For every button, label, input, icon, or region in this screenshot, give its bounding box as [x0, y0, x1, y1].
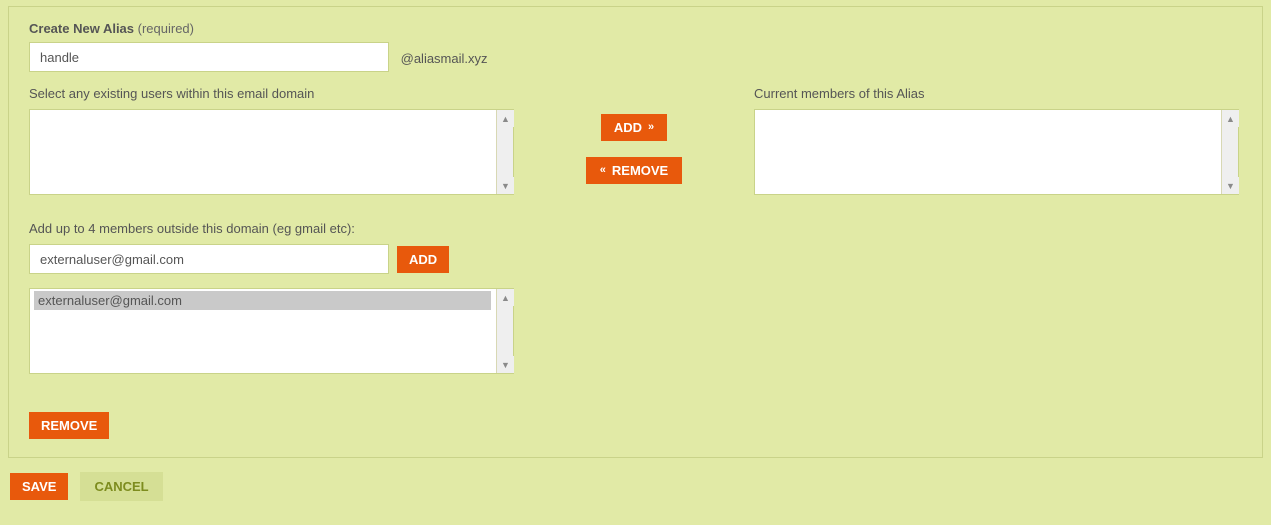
chevron-right-icon: »: [648, 122, 654, 133]
scroll-down-icon[interactable]: ▼: [1222, 177, 1239, 194]
cancel-button[interactable]: CANCEL: [80, 472, 162, 501]
section-required: (required): [138, 21, 194, 36]
section-title: Create New Alias: [29, 21, 134, 36]
external-members-label: Add up to 4 members outside this domain …: [29, 221, 1242, 236]
add-external-button[interactable]: ADD: [397, 246, 449, 273]
external-email-input[interactable]: [29, 244, 389, 274]
add-member-button[interactable]: ADD »: [601, 114, 667, 141]
current-members-label: Current members of this Alias: [754, 86, 1239, 101]
scroll-up-icon[interactable]: ▲: [497, 110, 514, 127]
add-button-label: ADD: [614, 121, 642, 134]
alias-domain-suffix: @aliasmail.xyz: [401, 51, 488, 66]
alias-handle-input[interactable]: [29, 42, 389, 72]
scroll-up-icon[interactable]: ▲: [1222, 110, 1239, 127]
external-members-list[interactable]: externaluser@gmail.com ▲ ▼: [29, 288, 514, 374]
scroll-up-icon[interactable]: ▲: [497, 289, 514, 306]
scrollbar[interactable]: ▲ ▼: [496, 289, 513, 373]
existing-users-list[interactable]: ▲ ▼: [29, 109, 514, 195]
scroll-down-icon[interactable]: ▼: [497, 356, 514, 373]
chevron-left-icon: «: [600, 165, 606, 176]
existing-users-column: Select any existing users within this em…: [29, 86, 514, 195]
transfer-buttons: ADD » « REMOVE: [524, 86, 744, 184]
remove-external-button[interactable]: REMOVE: [29, 412, 109, 439]
scrollbar[interactable]: ▲ ▼: [496, 110, 513, 194]
scrollbar[interactable]: ▲ ▼: [1221, 110, 1238, 194]
current-members-column: Current members of this Alias ▲ ▼: [754, 86, 1239, 195]
existing-users-label: Select any existing users within this em…: [29, 86, 514, 101]
remove-member-button[interactable]: « REMOVE: [586, 157, 682, 184]
current-members-list[interactable]: ▲ ▼: [754, 109, 1239, 195]
remove-button-label: REMOVE: [612, 164, 668, 177]
scroll-down-icon[interactable]: ▼: [497, 177, 514, 194]
list-item[interactable]: externaluser@gmail.com: [34, 291, 491, 310]
save-button[interactable]: SAVE: [10, 473, 68, 500]
